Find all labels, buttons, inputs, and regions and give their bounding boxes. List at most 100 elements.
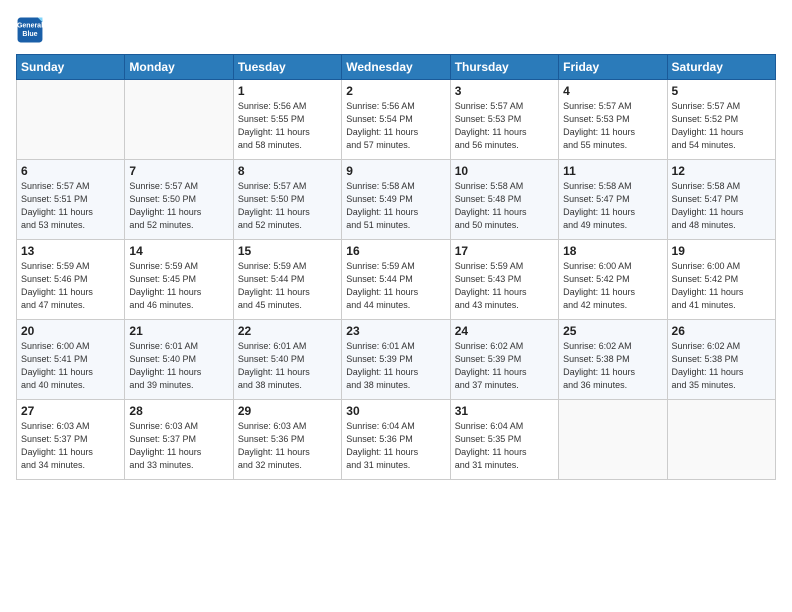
- calendar-cell: 10Sunrise: 5:58 AM Sunset: 5:48 PM Dayli…: [450, 160, 558, 240]
- day-number: 1: [238, 84, 337, 98]
- day-info: Sunrise: 5:58 AM Sunset: 5:48 PM Dayligh…: [455, 180, 554, 232]
- calendar-cell: 28Sunrise: 6:03 AM Sunset: 5:37 PM Dayli…: [125, 400, 233, 480]
- day-number: 18: [563, 244, 662, 258]
- calendar-cell: 1 Sunrise: 5:56 AM Sunset: 5:55 PM Daylig…: [233, 80, 341, 160]
- day-info: Sunrise: 5:58 AM Sunset: 5:49 PM Dayligh…: [346, 180, 445, 232]
- calendar-cell: 11 Sunrise: 5:58 AM Sunset: 5:47 PM Dayli…: [559, 160, 667, 240]
- day-info: Sunrise: 6:02 AM Sunset: 5:38 PM Dayligh…: [563, 340, 662, 392]
- calendar-cell: 25 Sunrise: 6:02 AM Sunset: 5:38 PM Dayli…: [559, 320, 667, 400]
- day-info: Sunrise: 6:04 AM Sunset: 5:36 PM Dayligh…: [346, 420, 445, 472]
- day-number: 6: [21, 164, 120, 178]
- day-number: 28: [129, 404, 228, 418]
- day-number: 12: [672, 164, 771, 178]
- day-info: Sunrise: 6:00 AM Sunset: 5:41 PM Dayligh…: [21, 340, 120, 392]
- day-number: 3: [455, 84, 554, 98]
- calendar-cell: 13Sunrise: 5:59 AM Sunset: 5:46 PM Dayli…: [17, 240, 125, 320]
- day-info: Sunrise: 5:57 AM Sunset: 5:53 PM Dayligh…: [563, 100, 662, 152]
- calendar-cell: 4 Sunrise: 5:57 AM Sunset: 5:53 PM Daylig…: [559, 80, 667, 160]
- calendar-cell: 24 Sunrise: 6:02 AM Sunset: 5:39 PM Dayli…: [450, 320, 558, 400]
- day-number: 23: [346, 324, 445, 338]
- day-number: 19: [672, 244, 771, 258]
- day-number: 30: [346, 404, 445, 418]
- weekday-header-row: SundayMondayTuesdayWednesdayThursdayFrid…: [17, 55, 776, 80]
- calendar-cell: 14 Sunrise: 5:59 AM Sunset: 5:45 PM Dayli…: [125, 240, 233, 320]
- calendar-cell: [559, 400, 667, 480]
- day-number: 5: [672, 84, 771, 98]
- day-info: Sunrise: 6:03 AM Sunset: 5:36 PM Dayligh…: [238, 420, 337, 472]
- calendar-cell: 16Sunrise: 5:59 AM Sunset: 5:44 PM Dayli…: [342, 240, 450, 320]
- day-info: Sunrise: 5:56 AM Sunset: 5:55 PM Dayligh…: [238, 100, 337, 152]
- day-number: 20: [21, 324, 120, 338]
- day-number: 16: [346, 244, 445, 258]
- logo-icon: General Blue: [16, 16, 44, 44]
- calendar-cell: 3Sunrise: 5:57 AM Sunset: 5:53 PM Daylig…: [450, 80, 558, 160]
- calendar-cell: 30 Sunrise: 6:04 AM Sunset: 5:36 PM Dayli…: [342, 400, 450, 480]
- day-number: 29: [238, 404, 337, 418]
- calendar-cell: [125, 80, 233, 160]
- calendar-cell: 12Sunrise: 5:58 AM Sunset: 5:47 PM Dayli…: [667, 160, 775, 240]
- day-info: Sunrise: 5:56 AM Sunset: 5:54 PM Dayligh…: [346, 100, 445, 152]
- day-info: Sunrise: 6:01 AM Sunset: 5:40 PM Dayligh…: [129, 340, 228, 392]
- day-info: Sunrise: 5:57 AM Sunset: 5:50 PM Dayligh…: [238, 180, 337, 232]
- svg-text:General: General: [17, 23, 43, 30]
- day-number: 24: [455, 324, 554, 338]
- calendar-cell: 20 Sunrise: 6:00 AM Sunset: 5:41 PM Dayli…: [17, 320, 125, 400]
- calendar-cell: [17, 80, 125, 160]
- weekday-header-sunday: Sunday: [17, 55, 125, 80]
- day-number: 11: [563, 164, 662, 178]
- week-row-5: 27 Sunrise: 6:03 AM Sunset: 5:37 PM Dayli…: [17, 400, 776, 480]
- day-number: 8: [238, 164, 337, 178]
- day-number: 25: [563, 324, 662, 338]
- day-info: Sunrise: 6:01 AM Sunset: 5:39 PM Dayligh…: [346, 340, 445, 392]
- calendar-cell: 26Sunrise: 6:02 AM Sunset: 5:38 PM Dayli…: [667, 320, 775, 400]
- day-info: Sunrise: 6:00 AM Sunset: 5:42 PM Dayligh…: [563, 260, 662, 312]
- day-number: 15: [238, 244, 337, 258]
- day-number: 21: [129, 324, 228, 338]
- calendar-cell: 27 Sunrise: 6:03 AM Sunset: 5:37 PM Dayli…: [17, 400, 125, 480]
- calendar-cell: 2 Sunrise: 5:56 AM Sunset: 5:54 PM Daylig…: [342, 80, 450, 160]
- weekday-header-friday: Friday: [559, 55, 667, 80]
- weekday-header-wednesday: Wednesday: [342, 55, 450, 80]
- weekday-header-saturday: Saturday: [667, 55, 775, 80]
- header: General Blue: [16, 16, 776, 44]
- day-info: Sunrise: 5:58 AM Sunset: 5:47 PM Dayligh…: [563, 180, 662, 232]
- week-row-4: 20 Sunrise: 6:00 AM Sunset: 5:41 PM Dayli…: [17, 320, 776, 400]
- calendar-cell: 7Sunrise: 5:57 AM Sunset: 5:50 PM Daylig…: [125, 160, 233, 240]
- calendar-cell: 29 Sunrise: 6:03 AM Sunset: 5:36 PM Dayli…: [233, 400, 341, 480]
- calendar-cell: 22 Sunrise: 6:01 AM Sunset: 5:40 PM Dayli…: [233, 320, 341, 400]
- day-number: 9: [346, 164, 445, 178]
- day-info: Sunrise: 5:59 AM Sunset: 5:44 PM Dayligh…: [238, 260, 337, 312]
- day-info: Sunrise: 5:59 AM Sunset: 5:43 PM Dayligh…: [455, 260, 554, 312]
- day-number: 17: [455, 244, 554, 258]
- logo: General Blue: [16, 16, 48, 44]
- week-row-1: 1 Sunrise: 5:56 AM Sunset: 5:55 PM Daylig…: [17, 80, 776, 160]
- day-number: 27: [21, 404, 120, 418]
- day-number: 22: [238, 324, 337, 338]
- day-number: 4: [563, 84, 662, 98]
- svg-text:Blue: Blue: [22, 31, 37, 38]
- calendar-cell: 21 Sunrise: 6:01 AM Sunset: 5:40 PM Dayli…: [125, 320, 233, 400]
- day-info: Sunrise: 6:01 AM Sunset: 5:40 PM Dayligh…: [238, 340, 337, 392]
- calendar-cell: 9 Sunrise: 5:58 AM Sunset: 5:49 PM Daylig…: [342, 160, 450, 240]
- weekday-header-monday: Monday: [125, 55, 233, 80]
- day-info: Sunrise: 5:59 AM Sunset: 5:45 PM Dayligh…: [129, 260, 228, 312]
- calendar-cell: 5Sunrise: 5:57 AM Sunset: 5:52 PM Daylig…: [667, 80, 775, 160]
- calendar-table: SundayMondayTuesdayWednesdayThursdayFrid…: [16, 54, 776, 480]
- day-info: Sunrise: 6:00 AM Sunset: 5:42 PM Dayligh…: [672, 260, 771, 312]
- calendar-cell: 17 Sunrise: 5:59 AM Sunset: 5:43 PM Dayli…: [450, 240, 558, 320]
- day-info: Sunrise: 6:03 AM Sunset: 5:37 PM Dayligh…: [21, 420, 120, 472]
- weekday-header-thursday: Thursday: [450, 55, 558, 80]
- day-number: 2: [346, 84, 445, 98]
- day-number: 14: [129, 244, 228, 258]
- calendar-cell: 15 Sunrise: 5:59 AM Sunset: 5:44 PM Dayli…: [233, 240, 341, 320]
- calendar-cell: [667, 400, 775, 480]
- calendar-cell: 8 Sunrise: 5:57 AM Sunset: 5:50 PM Daylig…: [233, 160, 341, 240]
- weekday-header-tuesday: Tuesday: [233, 55, 341, 80]
- calendar-cell: 31Sunrise: 6:04 AM Sunset: 5:35 PM Dayli…: [450, 400, 558, 480]
- day-info: Sunrise: 5:59 AM Sunset: 5:46 PM Dayligh…: [21, 260, 120, 312]
- day-info: Sunrise: 6:04 AM Sunset: 5:35 PM Dayligh…: [455, 420, 554, 472]
- week-row-3: 13Sunrise: 5:59 AM Sunset: 5:46 PM Dayli…: [17, 240, 776, 320]
- week-row-2: 6Sunrise: 5:57 AM Sunset: 5:51 PM Daylig…: [17, 160, 776, 240]
- day-number: 7: [129, 164, 228, 178]
- day-info: Sunrise: 6:02 AM Sunset: 5:39 PM Dayligh…: [455, 340, 554, 392]
